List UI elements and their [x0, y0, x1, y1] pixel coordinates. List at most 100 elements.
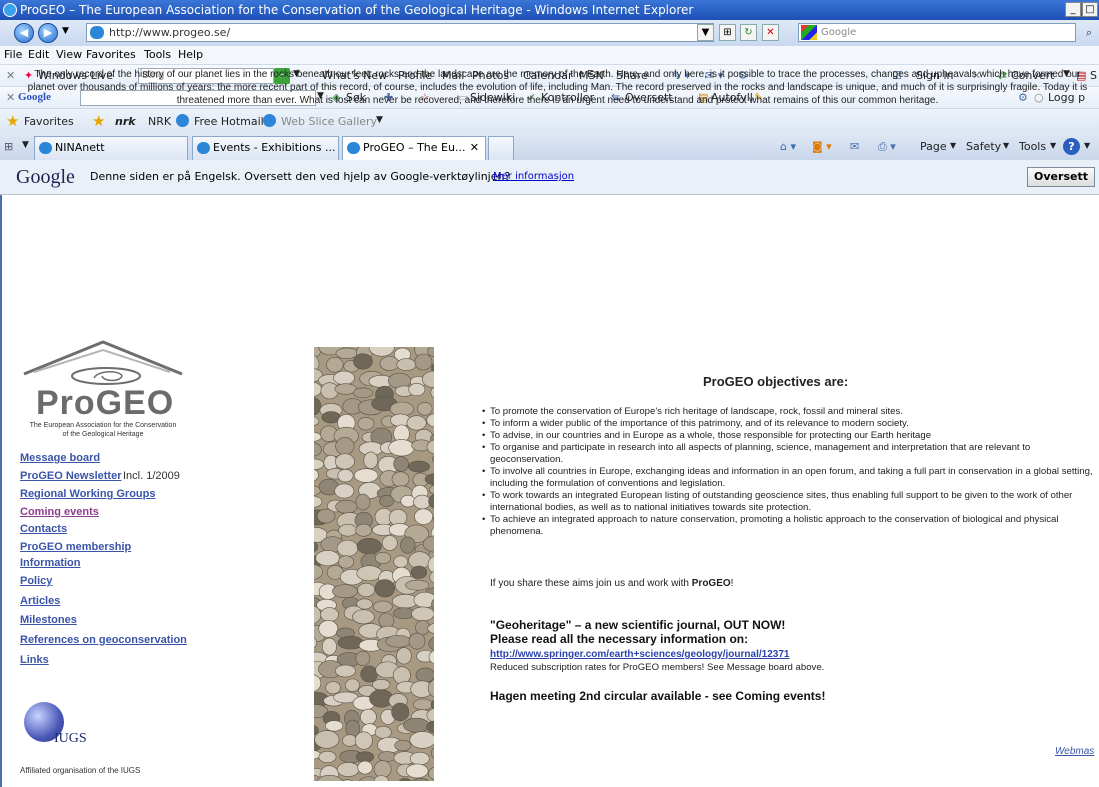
nav-references[interactable]: References on geoconservation [20, 634, 187, 646]
menu-view[interactable]: View [56, 48, 82, 61]
tab-ninanett[interactable]: NINAnett [34, 136, 188, 160]
objective-item: To work towards an integrated European l… [482, 490, 1097, 514]
search-icon[interactable]: ⌕ [1080, 23, 1098, 42]
objective-item: To organise and participate in research … [482, 442, 1097, 466]
nav-regional-working-groups[interactable]: Regional Working Groups [20, 488, 155, 500]
objective-item: To inform a wider public of the importan… [482, 418, 1097, 430]
share-aims-text: If you share these aims join us and work… [490, 578, 733, 589]
more-info-link[interactable]: Mer informasjon [493, 171, 574, 182]
help-icon[interactable]: ? [1063, 138, 1080, 155]
read-mail-icon[interactable]: ✉ [850, 140, 859, 153]
share-post: ! [730, 578, 734, 589]
menu-edit[interactable]: Edit [28, 48, 49, 61]
progeo-subtitle: The European Association for the Conserv… [20, 421, 186, 439]
google-logo-icon [801, 25, 817, 40]
google-translate-logo: Google [16, 166, 75, 188]
compatibility-view-icon[interactable]: ⊞ [719, 24, 736, 41]
search-box[interactable]: Google [798, 23, 1076, 42]
tab-title: ProGEO – The Eu... [363, 141, 466, 154]
translate-button[interactable]: Oversett [1027, 167, 1095, 187]
window-title: ProGEO – The European Association for th… [20, 3, 694, 17]
safety-dropdown-icon: ▼ [1003, 141, 1010, 150]
subtitle-line: The European Association for the Conserv… [29, 422, 177, 429]
menu-favorites[interactable]: Favorites [86, 48, 136, 61]
menu-tools[interactable]: Tools [144, 48, 171, 61]
tab-events[interactable]: Events - Exhibitions ... [192, 136, 339, 160]
add-favorite-icon[interactable]: ★ [92, 112, 105, 130]
page-dropdown-icon: ▼ [950, 141, 957, 150]
subtitle-line: of the Geological Heritage [62, 431, 144, 438]
stop-icon[interactable]: ✕ [762, 24, 779, 41]
pebbles-image [314, 347, 434, 781]
nav-coming-events[interactable]: Coming events [20, 506, 99, 518]
nav-newsletter[interactable]: ProGEO Newsletter [20, 470, 121, 482]
back-button[interactable]: ◀ [14, 23, 34, 43]
address-bar: ◀ ▶ ▼ http://www.progeo.se/ ▼ ⊞ ↻ ✕ Goog… [0, 20, 1099, 46]
quick-tabs-icon[interactable]: ⊞ [4, 140, 13, 153]
newsletter-issue: Incl. 1/2009 [123, 470, 180, 482]
nav-message-board[interactable]: Message board [20, 452, 100, 464]
search-placeholder: Google [821, 27, 857, 38]
home-icon[interactable]: ⌂ ▾ [780, 140, 796, 153]
title-bar: ProGEO – The European Association for th… [0, 0, 1099, 20]
page-favicon-icon [90, 26, 104, 39]
objective-item: To achieve an integrated approach to nat… [482, 514, 1097, 538]
nav-articles[interactable]: Articles [20, 595, 60, 607]
maximize-button[interactable]: □ [1082, 2, 1098, 17]
translate-message: Denne siden er på Engelsk. Oversett den … [90, 170, 511, 183]
tab-ie-icon [347, 142, 360, 154]
nav-information[interactable]: Information [20, 557, 81, 569]
menu-file[interactable]: File [4, 48, 22, 61]
tools-menu[interactable]: Tools [1019, 140, 1046, 153]
geoheritage-subheading: Please read all the necessary informatio… [490, 632, 749, 646]
nav-policy[interactable]: Policy [20, 575, 52, 587]
tab-title: Events - Exhibitions ... [213, 141, 336, 154]
url-field[interactable]: http://www.progeo.se/ [86, 23, 714, 42]
nav-membership[interactable]: ProGEO membership [20, 541, 131, 553]
objective-item: To involve all countries in Europe, exch… [482, 466, 1097, 490]
nav-links[interactable]: Links [20, 654, 49, 666]
fav-web-slice-gallery[interactable]: Web Slice Gallery [281, 115, 377, 128]
close-tab-icon[interactable]: ✕ [470, 137, 479, 159]
progeo-wordmark: ProGEO [36, 384, 175, 422]
help-dropdown-icon[interactable]: ▼ [1084, 141, 1090, 150]
iugs-logo-text: IUGS [54, 731, 87, 746]
fav-nrk[interactable]: NRK [148, 115, 171, 128]
favorites-star-icon: ★ [6, 112, 20, 130]
tab-ie-icon [197, 142, 210, 154]
share-pre: If you share these aims join us and work… [490, 578, 692, 589]
objective-item: To promote the conservation of Europe's … [482, 406, 1097, 418]
nav-contacts[interactable]: Contacts [20, 523, 67, 535]
geoheritage-heading: "Geoheritage" – a new scientific journal… [490, 618, 786, 632]
safety-menu[interactable]: Safety [966, 140, 1001, 153]
menu-bar: File Edit View Favorites Tools Help [0, 46, 1099, 64]
springer-journal-link[interactable]: http://www.springer.com/earth+sciences/g… [490, 649, 789, 660]
close-google-toolbar-icon[interactable]: ✕ [6, 91, 15, 104]
fav-free-hotmail[interactable]: Free Hotmail [194, 115, 264, 128]
page-menu[interactable]: Page [920, 140, 947, 153]
minimize-button[interactable]: _ [1065, 2, 1081, 17]
objectives-list: To promote the conservation of Europe's … [482, 406, 1097, 538]
tab-progeo[interactable]: ProGEO – The Eu... ✕ [342, 136, 486, 160]
tab-ie-icon [39, 142, 52, 154]
refresh-icon[interactable]: ↻ [740, 24, 757, 41]
nav-milestones[interactable]: Milestones [20, 614, 77, 626]
webslice-dropdown-icon[interactable]: ▼ [376, 115, 383, 125]
url-dropdown-button[interactable]: ▼ [697, 24, 714, 41]
feeds-icon[interactable]: ◙ ▾ [812, 140, 832, 153]
tab-list-dropdown-icon[interactable]: ▼ [22, 140, 29, 150]
ie-logo-icon [3, 3, 17, 17]
tabs-bar: ⊞ ▼ NINAnett Events - Exhibitions ... Pr… [0, 132, 1099, 161]
print-icon[interactable]: ⎙ ▾ [878, 140, 896, 154]
favorites-button[interactable]: Favorites [24, 115, 74, 128]
tools-dropdown-icon: ▼ [1050, 141, 1057, 150]
hagen-meeting-heading: Hagen meeting 2nd circular available - s… [490, 689, 826, 703]
new-tab-button[interactable] [488, 136, 514, 160]
menu-help[interactable]: Help [178, 48, 203, 61]
objectives-title: ProGEO objectives are: [703, 374, 849, 389]
forward-button[interactable]: ▶ [38, 23, 58, 43]
webmaster-link[interactable]: Webmas [1055, 746, 1094, 757]
webslice-ie-icon [263, 114, 276, 127]
close-toolbar-icon[interactable]: ✕ [6, 69, 15, 82]
history-dropdown-icon[interactable]: ▼ [62, 26, 69, 36]
